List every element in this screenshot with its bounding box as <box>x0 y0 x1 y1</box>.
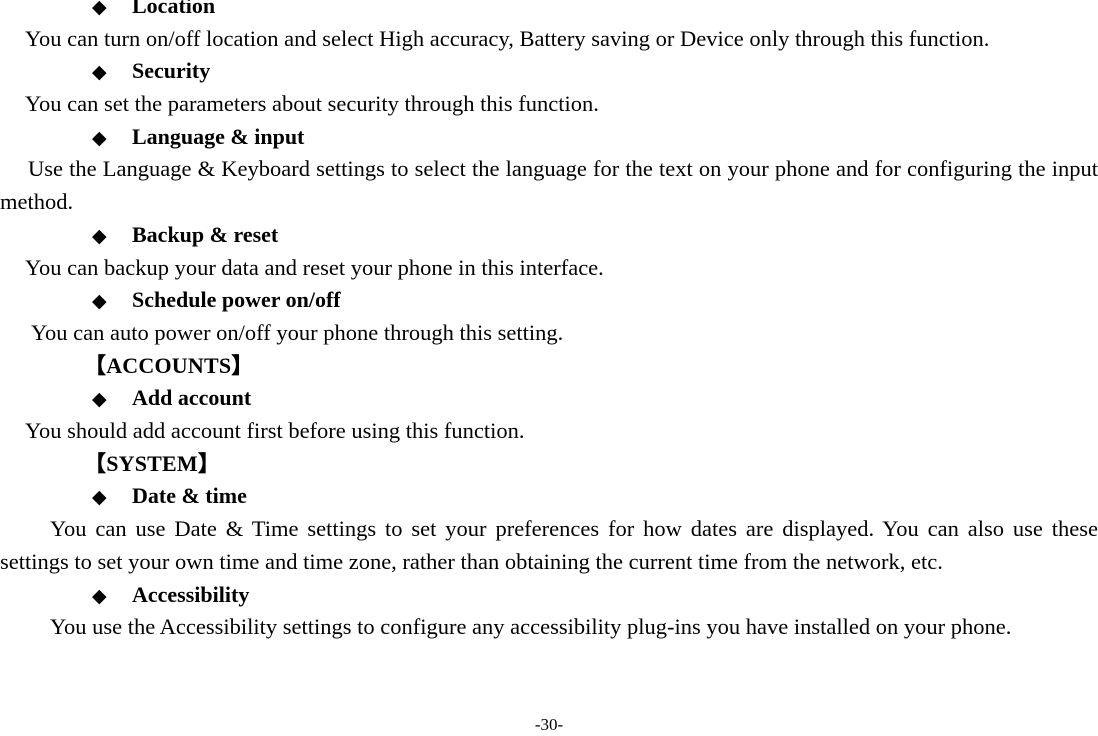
paragraph-add-account: You should add account first before usin… <box>25 418 525 444</box>
bullet-heading-location: ◆ Location <box>0 0 1098 23</box>
bullet-heading-security: ◆ Security <box>0 55 1098 88</box>
paragraph-security: You can set the parameters about securit… <box>25 91 599 117</box>
diamond-bullet-icon: ◆ <box>92 225 107 247</box>
diamond-bullet-icon: ◆ <box>92 62 107 84</box>
bullet-heading-backup-and-reset: ◆ Backup & reset <box>0 219 1098 252</box>
bullet-heading-label: Schedule power on/off <box>132 287 341 313</box>
bracket-close: 】 <box>197 450 221 476</box>
paragraph-location: You can turn on/off location and select … <box>25 25 990 51</box>
paragraph-language-and-input: Use the Language & Keyboard settings to … <box>0 156 1098 215</box>
diamond-bullet-icon: ◆ <box>92 291 107 313</box>
diamond-bullet-icon: ◆ <box>92 389 107 411</box>
bracket-open: 【 <box>84 450 107 476</box>
bullet-heading-label: Backup & reset <box>132 221 279 247</box>
paragraph-schedule-power-on-off: You can auto power on/off your phone thr… <box>31 319 564 345</box>
bullet-heading-accessibility: ◆ Accessibility <box>0 579 1098 612</box>
paragraph-date-and-time: You can use Date & Time settings to set … <box>0 516 1098 574</box>
bullet-heading-label: Language & input <box>132 123 305 149</box>
bullet-heading-language-and-input: ◆ Language & input <box>0 121 1098 154</box>
diamond-bullet-icon: ◆ <box>92 585 107 607</box>
bullet-heading-date-and-time: ◆ Date & time <box>0 480 1098 513</box>
paragraph-backup-and-reset: You can backup your data and reset your … <box>25 254 604 280</box>
document-body: ◆ Location You can turn on/off location a… <box>0 0 1098 644</box>
bullet-heading-label: Security <box>132 58 211 84</box>
paragraph-accessibility: You use the Accessibility settings to co… <box>50 614 1012 640</box>
bullet-heading-label: Add account <box>132 385 252 411</box>
bullet-heading-label: Accessibility <box>132 581 250 607</box>
section-heading-system: 【SYSTEM】 <box>0 448 1098 481</box>
diamond-bullet-icon: ◆ <box>92 487 107 509</box>
section-heading-accounts: 【ACCOUNTS】 <box>0 350 1098 383</box>
section-heading-label: ACCOUNTS <box>106 352 232 378</box>
bracket-close: 】 <box>231 352 254 378</box>
diamond-bullet-icon: ◆ <box>92 0 107 18</box>
bullet-heading-add-account: ◆ Add account <box>0 382 1098 415</box>
bullet-heading-label: Location <box>132 0 216 18</box>
bracket-open: 【 <box>84 352 107 378</box>
section-heading-label: SYSTEM <box>106 450 198 476</box>
document-page: ◆ Location You can turn on/off location a… <box>0 0 1098 736</box>
bullet-heading-label: Date & time <box>132 483 247 509</box>
diamond-bullet-icon: ◆ <box>92 127 107 149</box>
page-number: -30- <box>534 715 564 734</box>
bullet-heading-schedule-power-on-off: ◆ Schedule power on/off <box>0 284 1098 317</box>
